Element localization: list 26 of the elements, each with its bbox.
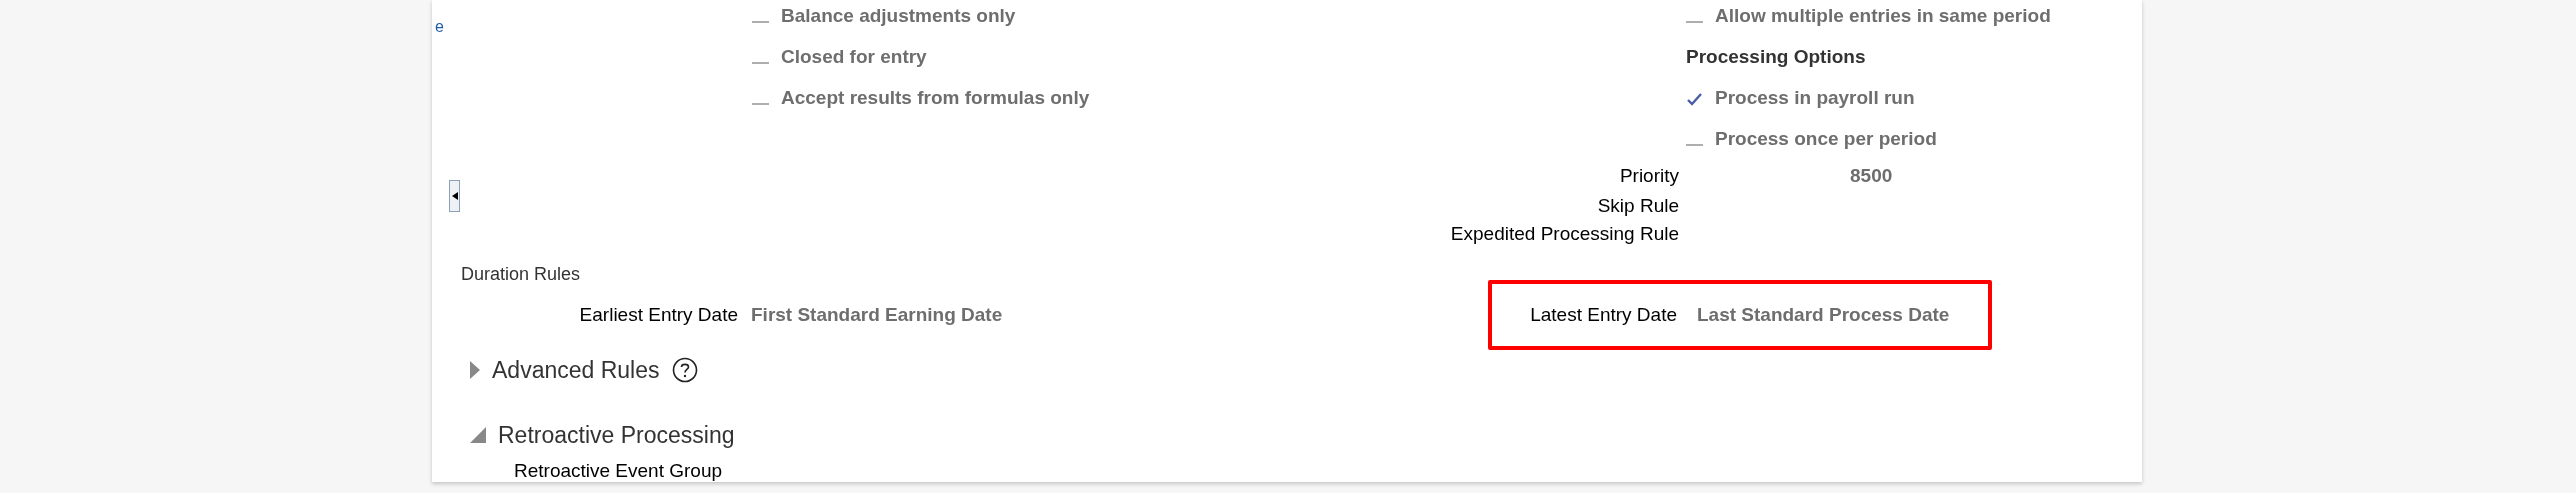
field-label: Skip Rule (1596, 193, 1679, 218)
option-label: Process once per period (1715, 127, 1937, 152)
collapsed-triangle-icon (470, 361, 480, 379)
checkmark-icon[interactable] (1686, 91, 1703, 106)
expanded-triangle-icon (470, 427, 486, 443)
link[interactable]: e (435, 17, 444, 37)
section-title: Duration Rules (461, 263, 581, 285)
field-label: Retroactive Event Group (514, 458, 723, 482)
field-label: Priority (1618, 163, 1679, 188)
disclosure-toggle[interactable]: Advanced Rules (470, 352, 660, 388)
disclosure-toggle[interactable]: Retroactive Processing (470, 417, 735, 453)
option-label: Process in payroll run (1715, 86, 1915, 111)
field-label: Earliest Entry Date (578, 302, 738, 327)
option-label: Accept results from formulas only (781, 86, 1090, 111)
field-label: Latest Entry Date (1529, 302, 1677, 327)
option-label: Allow multiple entries in same period (1715, 4, 2051, 29)
help-icon[interactable] (671, 357, 698, 383)
field-value: 8500 (1850, 163, 1893, 188)
field-value: Last Standard Process Date (1697, 302, 1950, 327)
field-value: First Standard Earning Date (751, 302, 1003, 327)
caret-icon (451, 192, 458, 200)
option-label: Closed for entry (781, 45, 927, 70)
option-label: Balance adjustments only (781, 4, 1016, 29)
group-heading: Processing Options (1686, 45, 1866, 70)
collapse-handle[interactable] (449, 180, 460, 212)
field-label: Expedited Processing Rule (1449, 221, 1679, 246)
